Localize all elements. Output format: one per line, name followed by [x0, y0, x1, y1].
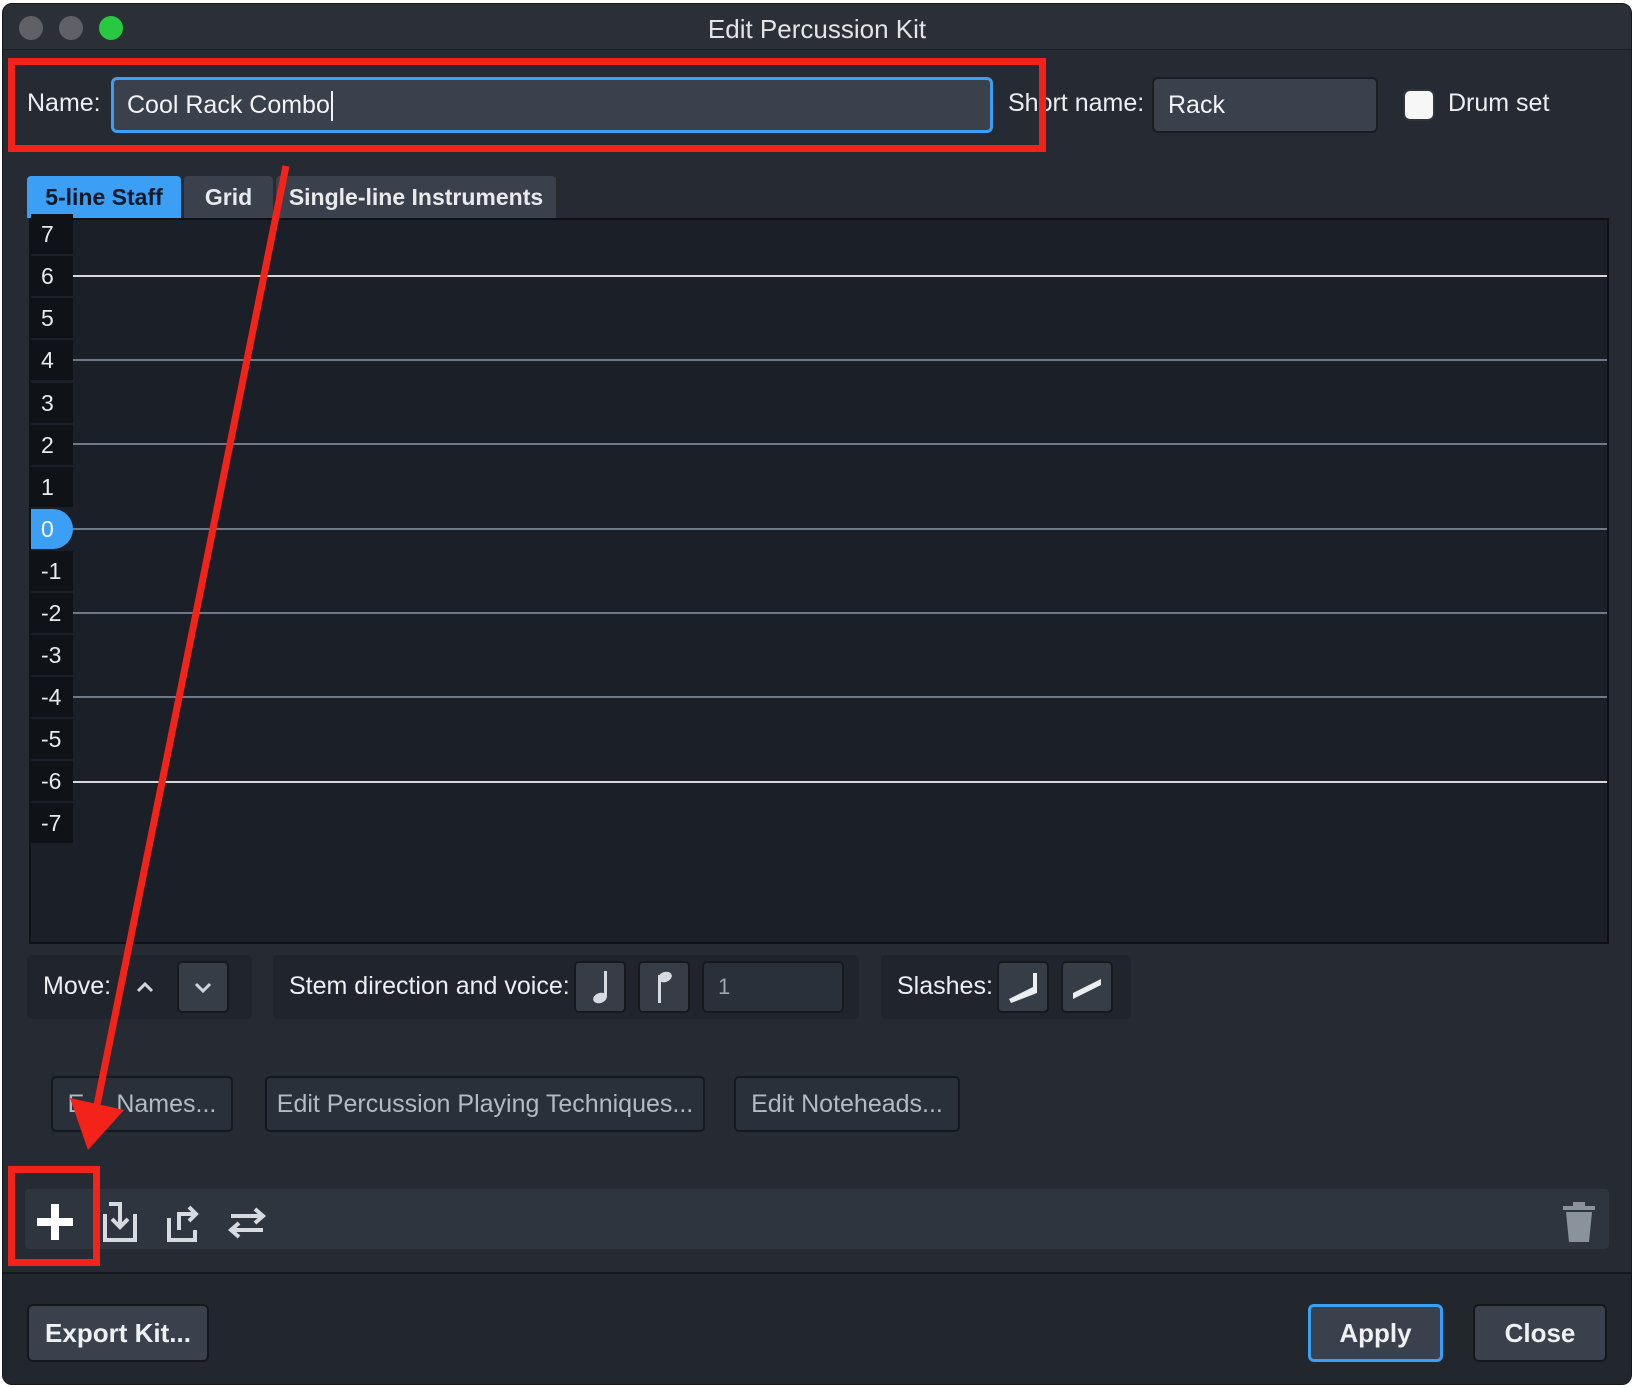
slashes-label: Slashes: — [897, 972, 993, 1000]
position-label: -7 — [41, 809, 62, 836]
export-button[interactable] — [161, 1200, 205, 1244]
position-label: 1 — [41, 473, 54, 500]
staff-line — [73, 781, 1607, 783]
export-icon — [167, 1205, 199, 1242]
stem-down-button[interactable] — [574, 961, 626, 1013]
stem-direction-label: Stem direction and voice: — [289, 972, 570, 1000]
slash-steep-icon — [1009, 973, 1037, 1003]
staff-position-3[interactable]: 3 — [31, 383, 73, 423]
stem-direction-group: Stem direction and voice: 1 — [273, 955, 859, 1019]
move-label: Move: — [43, 972, 112, 1000]
tab-5-line-staff[interactable]: 5-line Staff — [27, 176, 181, 218]
add-icon — [37, 1204, 73, 1240]
staff-position-4[interactable]: 4 — [31, 340, 73, 380]
swap-icon — [227, 1207, 267, 1239]
staff-line — [73, 528, 1607, 530]
position-label: 5 — [41, 304, 54, 331]
short-name-label: Short name: — [1008, 89, 1145, 117]
edit-noteheads-label: Edit Noteheads... — [751, 1089, 943, 1118]
voice-value: 1 — [718, 974, 731, 999]
tab-label: 5-line Staff — [45, 183, 163, 210]
name-label: Name: — [27, 89, 101, 117]
stem-up-note-icon — [658, 971, 672, 1003]
staff-position-minus-7[interactable]: -7 — [31, 803, 73, 843]
add-button[interactable] — [33, 1200, 77, 1244]
tab-label: Single-line Instruments — [288, 183, 544, 210]
position-label: -1 — [41, 557, 62, 584]
stem-up-button[interactable] — [638, 961, 690, 1013]
staff-position-2[interactable]: 2 — [31, 425, 73, 465]
export-kit-label: Export Kit... — [45, 1317, 191, 1348]
swap-button[interactable] — [225, 1200, 269, 1244]
slashes-group: Slashes: — [881, 955, 1131, 1019]
staff-line — [73, 612, 1607, 614]
staff-position-minus-1[interactable]: -1 — [31, 551, 73, 591]
slash-steep-button[interactable] — [997, 961, 1049, 1013]
staff-position-minus-5[interactable]: -5 — [31, 719, 73, 759]
staff-position-minus-2[interactable]: -2 — [31, 593, 73, 633]
staff-line — [73, 443, 1607, 445]
tab-grid[interactable]: Grid — [184, 176, 273, 218]
short-name-input[interactable]: Rack — [1152, 77, 1378, 133]
drum-set-checkbox[interactable] — [1403, 89, 1435, 121]
staff-position-minus-6[interactable]: -6 — [31, 761, 73, 801]
name-input[interactable]: Cool Rack Combo — [111, 77, 993, 133]
staff-line — [73, 359, 1607, 361]
staff-position-minus-4[interactable]: -4 — [31, 677, 73, 717]
staff-editor[interactable]: 7 6 5 4 3 2 1 0 -1 -2 -3 -4 -5 -6 -7 — [29, 214, 1609, 944]
position-label: -4 — [41, 683, 62, 710]
window-title: Edit Percussion Kit — [707, 14, 927, 44]
apply-button[interactable]: Apply — [1308, 1304, 1443, 1362]
drum-set-label: Drum set — [1448, 89, 1550, 117]
staff-position-0[interactable]: 0 — [31, 509, 73, 549]
export-kit-button[interactable]: Export Kit... — [27, 1304, 209, 1362]
trash-icon — [1563, 1202, 1595, 1242]
voice-field[interactable]: 1 — [702, 961, 844, 1013]
move-group: Move: — [27, 955, 252, 1019]
tab-single-line-instruments[interactable]: Single-line Instruments — [276, 176, 556, 218]
edit-noteheads-button[interactable]: Edit Noteheads... — [734, 1076, 960, 1132]
position-label: 3 — [41, 389, 54, 416]
position-label: 7 — [41, 220, 54, 247]
slash-shallow-button[interactable] — [1061, 961, 1113, 1013]
close-button[interactable]: Close — [1473, 1304, 1607, 1362]
move-down-button[interactable] — [177, 961, 229, 1013]
move-up-button[interactable] — [119, 961, 171, 1013]
apply-label: Apply — [1339, 1317, 1412, 1348]
edit-techniques-label: Edit Percussion Playing Techniques... — [276, 1089, 694, 1118]
name-input-value: Cool Rack Combo — [127, 91, 330, 119]
stem-down-note-icon — [593, 971, 607, 1004]
staff-position-1[interactable]: 1 — [31, 467, 73, 507]
position-label: -3 — [41, 641, 62, 668]
position-label: -2 — [41, 599, 62, 626]
position-label: 0 — [41, 515, 54, 542]
edit-names-prefix: E — [67, 1089, 85, 1118]
staff-position-5[interactable]: 5 — [31, 298, 73, 338]
tab-label: Grid — [204, 183, 253, 210]
position-label: -6 — [41, 767, 62, 794]
close-label: Close — [1504, 1317, 1576, 1348]
staff-position-6[interactable]: 6 — [31, 256, 73, 296]
short-name-value: Rack — [1168, 91, 1225, 119]
staff-position-7[interactable]: 7 — [31, 214, 73, 254]
edit-percussion-kit-dialog: Edit Percussion Kit Name: Cool Rack Comb… — [2, 3, 1632, 1385]
import-icon — [103, 1202, 137, 1242]
edit-names-label: Names... — [116, 1089, 217, 1118]
staff-position-minus-3[interactable]: -3 — [31, 635, 73, 675]
chevron-down-icon — [194, 982, 212, 994]
slash-shallow-icon — [1073, 979, 1101, 999]
edit-playing-techniques-button[interactable]: Edit Percussion Playing Techniques... — [265, 1076, 705, 1132]
position-label: 6 — [41, 262, 54, 289]
title-bar[interactable]: Edit Percussion Kit — [3, 4, 1631, 50]
staff-line — [73, 696, 1607, 698]
delete-button[interactable] — [1557, 1200, 1601, 1244]
position-label: 4 — [41, 346, 54, 373]
position-label: -5 — [41, 725, 62, 752]
edit-names-button[interactable]: E Names... — [51, 1076, 233, 1132]
import-button[interactable] — [97, 1200, 141, 1244]
staff-line — [73, 275, 1607, 277]
position-label: 2 — [41, 431, 54, 458]
chevron-up-icon — [136, 981, 154, 993]
text-caret — [330, 91, 333, 122]
